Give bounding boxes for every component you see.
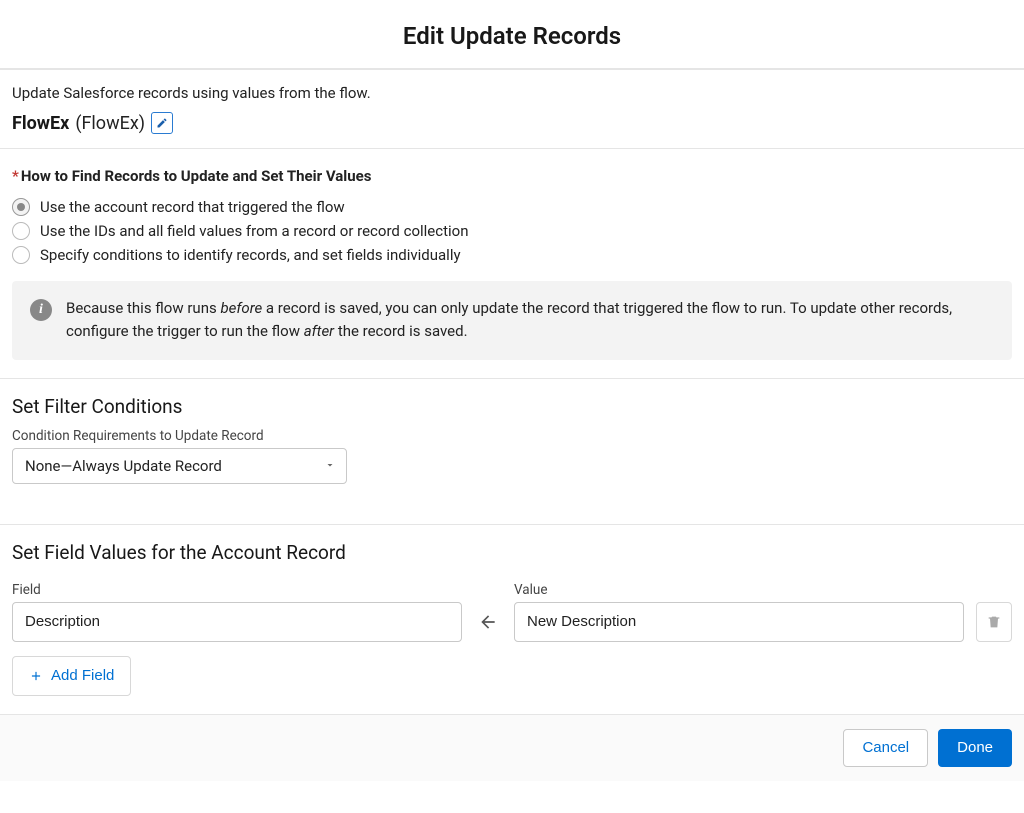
required-star: * <box>12 167 19 185</box>
field-value-row: Field Value <box>12 574 1012 642</box>
radio-specify-conditions[interactable]: Specify conditions to identify records, … <box>12 243 1012 267</box>
add-field-label: Add Field <box>51 667 114 684</box>
radio-icon <box>12 222 30 240</box>
how-to-find-label: *How to Find Records to Update and Set T… <box>12 149 1012 195</box>
radio-label: Specify conditions to identify records, … <box>40 246 461 264</box>
trash-icon <box>986 614 1002 630</box>
condition-req-select[interactable]: None—Always Update Record <box>12 448 347 484</box>
edit-name-button[interactable] <box>151 112 173 134</box>
radio-label: Use the IDs and all field values from a … <box>40 222 469 240</box>
condition-req-label: Condition Requirements to Update Record <box>12 428 1012 448</box>
record-label: FlowEx <box>12 113 69 134</box>
plus-icon <box>29 669 43 683</box>
field-column-label: Field <box>12 582 462 602</box>
radio-use-triggered[interactable]: Use the account record that triggered th… <box>12 195 1012 219</box>
value-input[interactable] <box>514 602 964 642</box>
pencil-icon <box>156 117 168 129</box>
field-values-heading: Set Field Values for the Account Record <box>12 525 1012 574</box>
select-value: None—Always Update Record <box>25 457 222 475</box>
info-text: Because this flow runs before a record i… <box>66 297 994 344</box>
description-text: Update Salesforce records using values f… <box>12 70 1012 112</box>
value-column-label: Value <box>514 582 964 602</box>
radio-label: Use the account record that triggered th… <box>40 198 345 216</box>
add-field-button[interactable]: Add Field <box>12 656 131 696</box>
info-banner: i Because this flow runs before a record… <box>12 281 1012 360</box>
cancel-button[interactable]: Cancel <box>843 729 928 767</box>
footer: Cancel Done <box>0 714 1024 781</box>
done-button[interactable]: Done <box>938 729 1012 767</box>
field-input[interactable] <box>12 602 462 642</box>
radio-use-ids[interactable]: Use the IDs and all field values from a … <box>12 219 1012 243</box>
info-icon: i <box>30 299 52 321</box>
modal-title: Edit Update Records <box>0 0 1024 68</box>
filter-heading: Set Filter Conditions <box>12 379 1012 428</box>
record-name-row: FlowEx (FlowEx) <box>12 112 1012 148</box>
record-api-name: (FlowEx) <box>75 113 145 134</box>
chevron-down-icon <box>324 457 336 475</box>
delete-row-button[interactable] <box>976 602 1012 642</box>
arrow-left-icon <box>474 602 502 642</box>
radio-icon <box>12 198 30 216</box>
radio-icon <box>12 246 30 264</box>
